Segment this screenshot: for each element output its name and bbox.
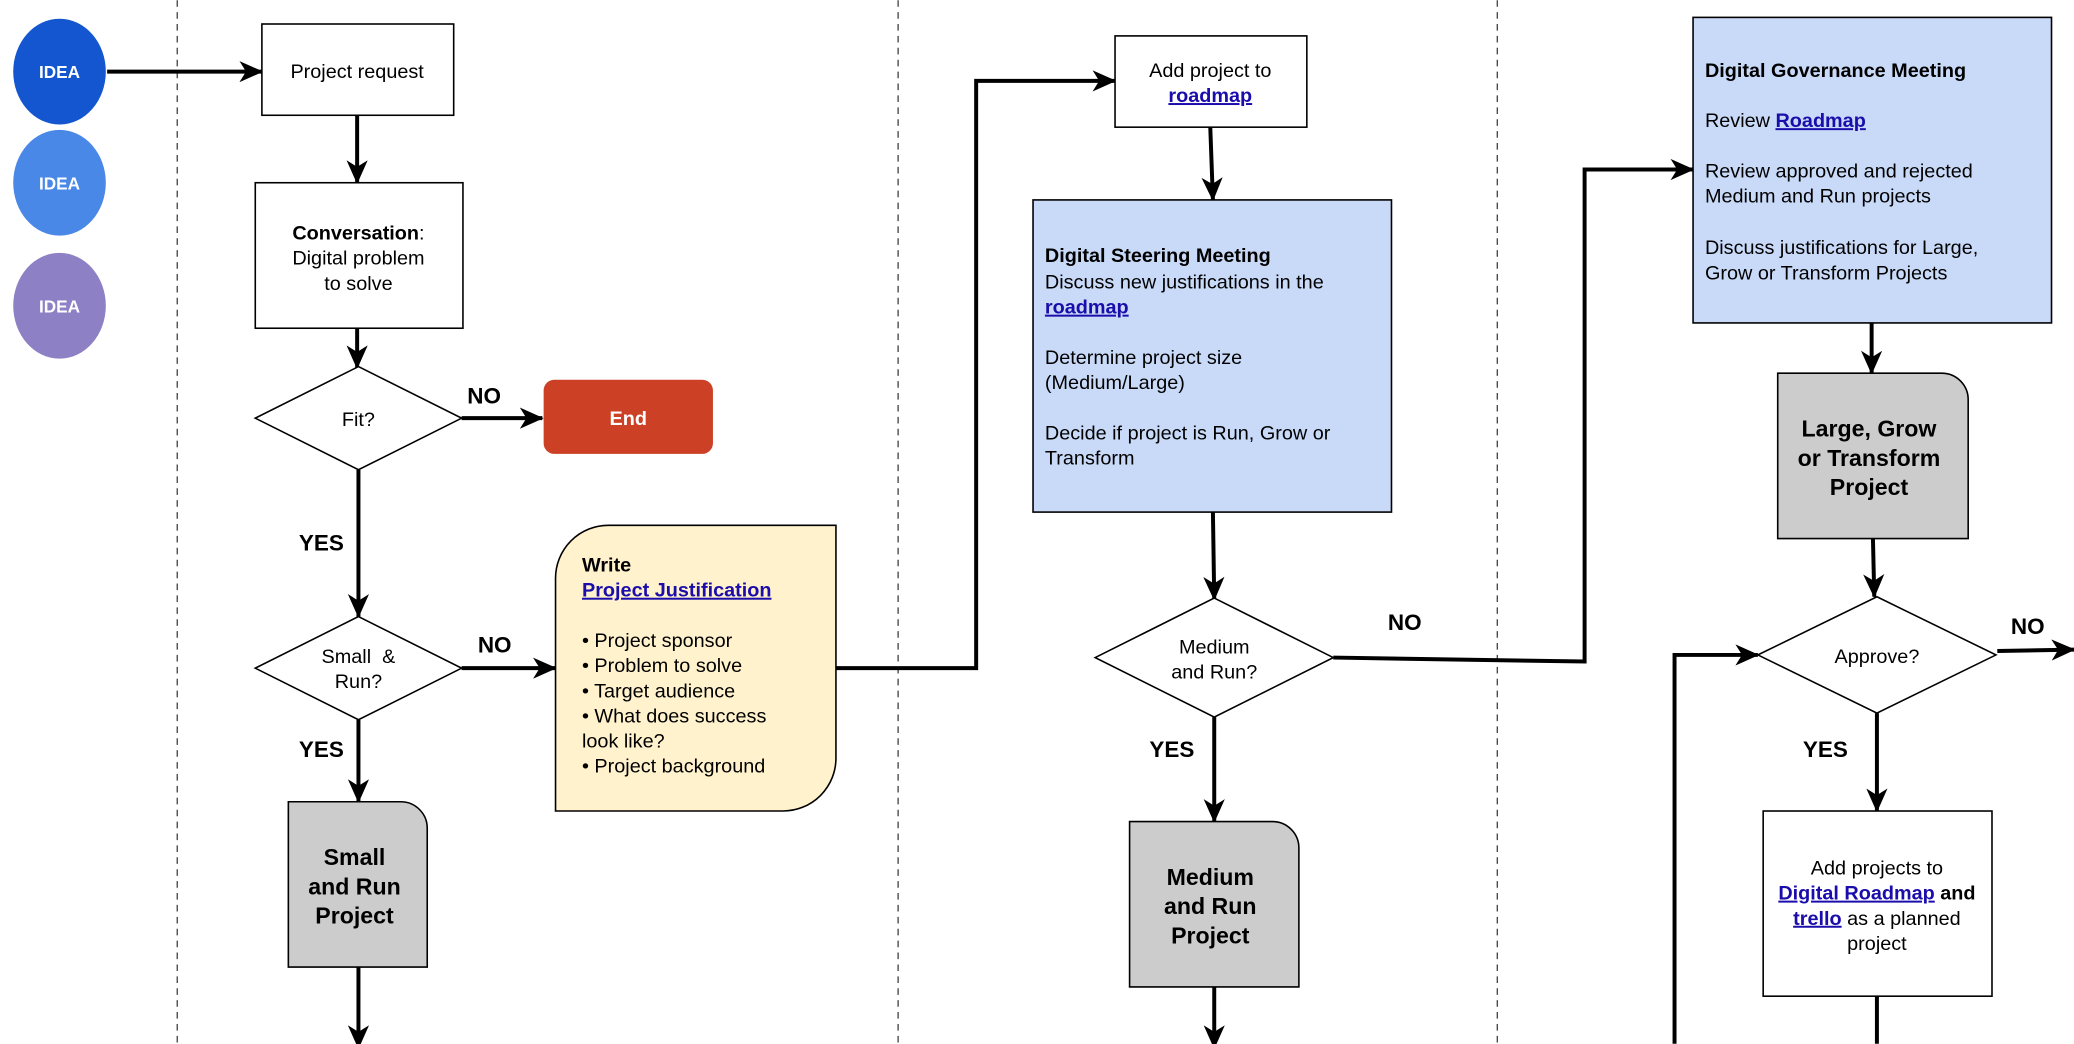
large-project-node[interactable]: Large, Grow or Transform Project bbox=[1776, 372, 1969, 540]
svg-text:Digital Steering Meeting: Digital Steering Meeting bbox=[1045, 245, 1271, 267]
conversation-title: Conversation bbox=[292, 223, 419, 245]
svg-text:• Problem to solve: • Problem to solve bbox=[582, 655, 742, 677]
edge-arrow bbox=[1203, 512, 1225, 601]
idea-node[interactable]: IDEA bbox=[13, 18, 106, 125]
svg-text:Medium and Run projects: Medium and Run projects bbox=[1705, 186, 1931, 208]
edge-label-no: NO bbox=[478, 632, 512, 657]
svg-text:IDEA: IDEA bbox=[39, 296, 80, 316]
edge-arrow bbox=[1997, 639, 2074, 661]
svg-text:to solve: to solve bbox=[324, 273, 392, 295]
svg-text:Run?: Run? bbox=[335, 671, 382, 693]
edge-label-yes: YES bbox=[1149, 737, 1194, 762]
svg-text:IDEA: IDEA bbox=[39, 173, 80, 193]
governance-meeting-node[interactable]: Digital Governance Meeting Review Roadma… bbox=[1692, 16, 2053, 324]
medium-run-project-node[interactable]: Medium and Run Project bbox=[1128, 820, 1300, 988]
svg-text:Project: Project bbox=[315, 902, 394, 928]
fit-decision[interactable]: Fit? bbox=[253, 365, 464, 471]
edge-label-no: NO bbox=[467, 384, 501, 409]
small-run-decision[interactable]: Small & Run? bbox=[253, 615, 464, 721]
svg-text:Small &: Small & bbox=[322, 646, 396, 668]
svg-text:trello as a planned: trello as a planned bbox=[1793, 908, 1961, 930]
svg-text:Digital Roadmap and: Digital Roadmap and bbox=[1778, 883, 1975, 905]
roadmap-link[interactable]: roadmap bbox=[1168, 85, 1252, 107]
svg-text:Write: Write bbox=[582, 555, 631, 577]
svg-text:• Project sponsor: • Project sponsor bbox=[582, 630, 733, 652]
steering-meeting-node[interactable]: Digital Steering Meeting Discuss new jus… bbox=[1032, 199, 1393, 513]
flowchart-canvas: IDEA IDEA IDEA NO YES NO YES NO YES NO Y… bbox=[13, 0, 2074, 1044]
svg-text:Medium: Medium bbox=[1167, 864, 1254, 890]
svg-text:look like?: look like? bbox=[582, 731, 665, 753]
project-justification-link[interactable]: Project Justification bbox=[582, 580, 772, 602]
end-node[interactable]: End bbox=[543, 379, 713, 454]
edge-label-no: NO bbox=[2011, 614, 2045, 639]
svg-text:Review Roadmap: Review Roadmap bbox=[1705, 110, 1866, 132]
svg-text:Discuss justifications for Lar: Discuss justifications for Large, bbox=[1705, 237, 1978, 259]
medium-run-decision[interactable]: Medium and Run? bbox=[1093, 597, 1336, 718]
svg-text:project: project bbox=[1847, 933, 1907, 955]
svg-text:Project: Project bbox=[1171, 922, 1250, 948]
svg-text:and Run: and Run bbox=[308, 873, 401, 899]
svg-text:Discuss new justifications in: Discuss new justifications in the bbox=[1045, 272, 1324, 294]
small-run-project-node[interactable]: Small and Run Project bbox=[287, 800, 429, 968]
edge-label-no: NO bbox=[1388, 610, 1422, 635]
idea-node[interactable]: IDEA bbox=[13, 252, 106, 359]
conversation-node[interactable]: Conversation: Digital problem to solve bbox=[254, 181, 464, 330]
svg-text:Grow or Transform Projects: Grow or Transform Projects bbox=[1705, 262, 1947, 284]
idea-node[interactable]: IDEA bbox=[13, 129, 106, 236]
svg-text:Decide if project is Run, Grow: Decide if project is Run, Grow or bbox=[1045, 422, 1331, 444]
svg-text:Fit?: Fit? bbox=[342, 409, 375, 431]
roadmap-link[interactable]: Roadmap bbox=[1775, 110, 1865, 132]
svg-text:Project request: Project request bbox=[290, 61, 424, 83]
edge-label-yes: YES bbox=[299, 737, 344, 762]
svg-text:Add project to: Add project to bbox=[1149, 60, 1271, 82]
approve-decision[interactable]: Approve? bbox=[1756, 595, 1998, 715]
svg-text:Digital problem: Digital problem bbox=[292, 248, 424, 270]
roadmap-link[interactable]: roadmap bbox=[1045, 297, 1129, 319]
add-projects-node[interactable]: Add projects to Digital Roadmap and trel… bbox=[1762, 810, 1993, 997]
svg-text:Transform: Transform bbox=[1045, 447, 1135, 469]
svg-text:Digital Governance Meeting: Digital Governance Meeting bbox=[1705, 60, 1966, 82]
add-to-roadmap-node[interactable]: Add project to roadmap bbox=[1114, 35, 1308, 128]
svg-text:Add projects to: Add projects to bbox=[1811, 858, 1943, 880]
svg-text:and Run: and Run bbox=[1164, 893, 1257, 919]
edge-label-yes: YES bbox=[1803, 737, 1848, 762]
project-request-node[interactable]: Project request bbox=[261, 23, 455, 117]
svg-text:Review approved and rejected: Review approved and rejected bbox=[1705, 160, 1973, 182]
edge-arrow bbox=[1672, 644, 1760, 1044]
svg-text:Conversation:: Conversation: bbox=[292, 223, 424, 245]
svg-text:Project: Project bbox=[1830, 474, 1909, 500]
svg-text:• Target audience: • Target audience bbox=[582, 680, 735, 702]
svg-text:Small: Small bbox=[324, 844, 386, 870]
svg-text:and Run?: and Run? bbox=[1171, 662, 1257, 684]
trello-link[interactable]: trello bbox=[1793, 908, 1841, 930]
edge-label-yes: YES bbox=[299, 530, 344, 555]
svg-text:Medium: Medium bbox=[1179, 637, 1250, 659]
svg-text:End: End bbox=[610, 408, 647, 430]
digital-roadmap-link[interactable]: Digital Roadmap bbox=[1778, 883, 1934, 905]
write-justification-node[interactable]: Write Project Justification • Project sp… bbox=[554, 524, 837, 812]
svg-text:• What does success: • What does success bbox=[582, 705, 766, 727]
svg-text:Approve?: Approve? bbox=[1834, 646, 1919, 668]
svg-text:Determine project size: Determine project size bbox=[1045, 347, 1242, 369]
svg-text:Large, Grow: Large, Grow bbox=[1802, 416, 1938, 442]
svg-text:IDEA: IDEA bbox=[39, 62, 80, 82]
svg-text:(Medium/Large): (Medium/Large) bbox=[1045, 372, 1185, 394]
svg-text:or Transform: or Transform bbox=[1798, 445, 1941, 471]
edge-arrow bbox=[1863, 538, 1885, 599]
edge-arrow bbox=[1201, 127, 1223, 202]
svg-text:• Project background: • Project background bbox=[582, 756, 765, 778]
